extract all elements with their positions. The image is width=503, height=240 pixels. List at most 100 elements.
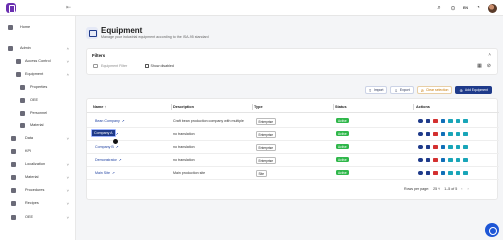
column-divider[interactable] bbox=[171, 104, 172, 110]
sidebar-item-kpi[interactable]: KPI bbox=[0, 146, 76, 156]
table-row[interactable]: Demonstrator ➚ no translation Enterprise … bbox=[87, 154, 499, 167]
delete-icon[interactable] bbox=[433, 118, 438, 123]
personnel-icon[interactable] bbox=[455, 170, 460, 175]
column-divider[interactable] bbox=[333, 104, 334, 110]
show-disabled-toggle[interactable]: Show disabled bbox=[145, 64, 174, 68]
personnel-icon[interactable] bbox=[455, 118, 460, 123]
oee-icon[interactable] bbox=[448, 144, 453, 149]
oee-icon[interactable] bbox=[448, 157, 453, 162]
sidebar-item-label: Material bbox=[25, 175, 39, 179]
open-link-icon[interactable]: ➚ bbox=[119, 158, 122, 162]
add-equipment-button[interactable]: ⊕ Add Equipment bbox=[455, 86, 492, 94]
properties-icon[interactable] bbox=[440, 118, 445, 123]
material-icon[interactable] bbox=[463, 118, 468, 123]
column-divider[interactable] bbox=[413, 104, 414, 110]
oee-icon[interactable] bbox=[448, 118, 453, 123]
table-row[interactable]: Company B ➚ no translation Enterprise Act… bbox=[87, 141, 499, 154]
add-child-icon[interactable] bbox=[418, 118, 423, 123]
personnel-icon[interactable] bbox=[455, 131, 460, 136]
sidebar-item-equipment[interactable]: Equipment ˄ bbox=[0, 69, 76, 79]
properties-icon bbox=[20, 84, 25, 90]
column-header-name[interactable]: Name ↑ bbox=[93, 105, 106, 109]
clear-selection-button[interactable]: ⊘ Clear selection bbox=[416, 86, 453, 94]
material-icon[interactable] bbox=[463, 131, 468, 136]
properties-icon[interactable] bbox=[440, 170, 445, 175]
chevron-up-icon[interactable]: ˄ bbox=[488, 52, 491, 57]
material-icon[interactable] bbox=[463, 144, 468, 149]
sidebar-item-procedures[interactable]: Procedures ˅ bbox=[0, 185, 76, 195]
clear-filter-icon[interactable]: ⊘ bbox=[487, 63, 491, 69]
sidebar-item-admin[interactable]: Admin ˄ bbox=[0, 43, 76, 53]
equipment-name-link[interactable]: Bean Company bbox=[95, 119, 120, 123]
equipment-name-link[interactable]: Company B bbox=[95, 145, 114, 149]
sidebar-item-properties[interactable]: Properties bbox=[0, 82, 76, 92]
open-link-icon[interactable]: ➚ bbox=[116, 132, 119, 136]
column-header-type[interactable]: Type bbox=[254, 105, 263, 109]
column-header-status[interactable]: Status bbox=[335, 105, 347, 109]
edit-icon[interactable] bbox=[425, 131, 430, 136]
app-logo[interactable] bbox=[6, 3, 16, 13]
oee-icon[interactable] bbox=[448, 170, 453, 175]
sort-arrow-icon[interactable]: ↑ bbox=[104, 105, 106, 109]
delete-icon[interactable] bbox=[433, 144, 438, 149]
open-link-icon[interactable]: ➚ bbox=[112, 171, 115, 175]
type-badge: Enterprise bbox=[256, 144, 276, 151]
personnel-icon[interactable] bbox=[455, 144, 460, 149]
sidebar-item-home[interactable]: Home bbox=[0, 22, 76, 32]
help-icon[interactable]: ⊙ bbox=[449, 4, 457, 12]
add-child-icon[interactable] bbox=[418, 170, 423, 175]
oee-icon[interactable] bbox=[448, 131, 453, 136]
add-child-icon[interactable] bbox=[418, 131, 423, 136]
type-badge: Enterprise bbox=[256, 157, 276, 164]
export-button[interactable]: ⇩ Export bbox=[390, 86, 414, 94]
delete-icon[interactable] bbox=[433, 131, 438, 136]
sidebar-item-personnel[interactable]: Personnel bbox=[0, 108, 76, 118]
grid-view-icon[interactable]: ▦ bbox=[477, 63, 482, 69]
sidebar-item-localization[interactable]: Localization ˅ bbox=[0, 159, 76, 169]
pagination: Rows per page: 25 ˅ 1–5 of 5 ‹ › bbox=[404, 187, 469, 191]
previous-page-icon[interactable]: ‹ bbox=[461, 187, 462, 191]
assistant-fab[interactable] bbox=[485, 223, 499, 237]
sidebar-item-material-2[interactable]: Material ˅ bbox=[0, 172, 76, 182]
avatar[interactable] bbox=[488, 3, 497, 13]
material-icon[interactable] bbox=[463, 157, 468, 162]
equipment-filter-input[interactable]: Equipment Filter bbox=[93, 64, 127, 68]
properties-icon[interactable] bbox=[440, 131, 445, 136]
personnel-icon[interactable] bbox=[455, 157, 460, 162]
sidebar-item-recipes[interactable]: Recipes ˅ bbox=[0, 198, 76, 208]
equipment-name-link[interactable]: Demonstrator bbox=[95, 158, 117, 162]
search-icon[interactable]: ⌕ bbox=[435, 4, 443, 12]
top-actions: ⌕ ⊙ EN ◔ bbox=[435, 3, 497, 13]
open-link-icon[interactable]: ➚ bbox=[116, 145, 119, 149]
edit-icon[interactable] bbox=[425, 144, 430, 149]
rows-per-page-select[interactable]: 25 ˅ bbox=[433, 187, 440, 191]
properties-icon[interactable] bbox=[440, 144, 445, 149]
import-button[interactable]: ⇪ Import bbox=[364, 86, 388, 94]
sidebar-collapse-icon[interactable]: ⇤ bbox=[66, 5, 72, 11]
material-icon[interactable] bbox=[463, 170, 468, 175]
table-row[interactable]: Company A➚ no translation Enterprise Act… bbox=[87, 128, 499, 141]
open-link-icon[interactable]: ➚ bbox=[122, 119, 125, 123]
edit-icon[interactable] bbox=[425, 170, 430, 175]
delete-icon[interactable] bbox=[433, 157, 438, 162]
next-page-icon[interactable]: › bbox=[467, 187, 468, 191]
edit-icon[interactable] bbox=[425, 118, 430, 123]
edit-icon[interactable] bbox=[425, 157, 430, 162]
properties-icon[interactable] bbox=[440, 157, 445, 162]
equipment-name-link[interactable]: Main Site bbox=[95, 171, 110, 175]
column-divider[interactable] bbox=[252, 104, 253, 110]
add-child-icon[interactable] bbox=[418, 157, 423, 162]
notifications-icon[interactable]: ◔ bbox=[474, 4, 482, 12]
sidebar-item-oee-2[interactable]: OEE ˅ bbox=[0, 212, 76, 222]
checkbox-icon[interactable] bbox=[145, 64, 149, 68]
delete-icon[interactable] bbox=[433, 170, 438, 175]
column-header-description[interactable]: Description bbox=[173, 105, 194, 109]
add-child-icon[interactable] bbox=[418, 144, 423, 149]
sidebar-item-access-control[interactable]: Access Control ˅ bbox=[0, 56, 76, 66]
sidebar-item-oee[interactable]: OEE bbox=[0, 95, 76, 105]
table-row[interactable]: Bean Company ➚ Craft bean production comp… bbox=[87, 115, 499, 128]
sidebar-item-data[interactable]: Data ˅ bbox=[0, 133, 76, 143]
table-row[interactable]: Main Site ➚ Main production site Site Act… bbox=[87, 167, 499, 180]
language-selector[interactable]: EN bbox=[463, 6, 468, 10]
sidebar-item-material[interactable]: Material bbox=[0, 120, 76, 130]
